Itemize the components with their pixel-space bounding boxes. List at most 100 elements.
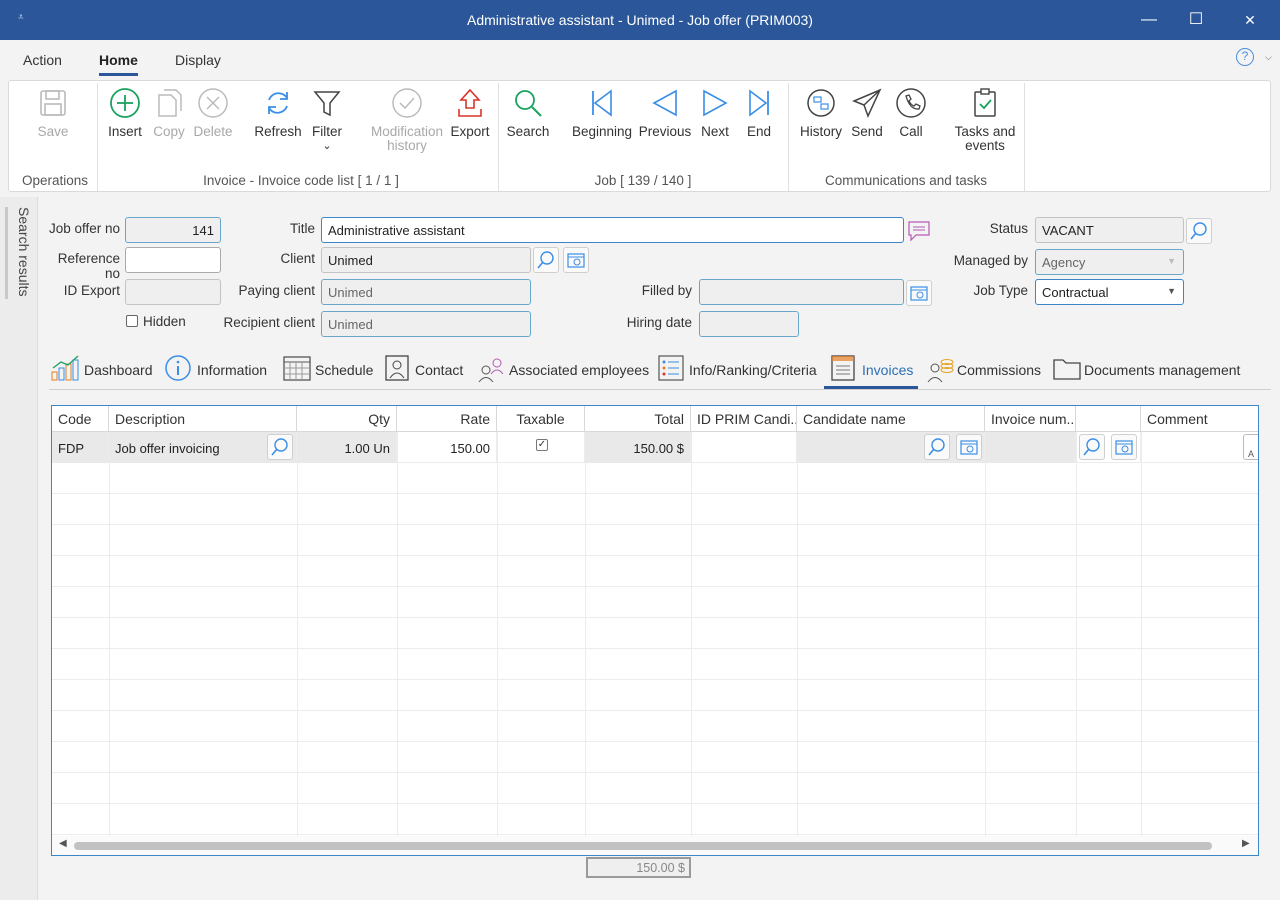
- column-header-code[interactable]: Code: [52, 406, 109, 432]
- modification-history-button[interactable]: Modification history: [367, 87, 447, 153]
- export-label: Export: [450, 124, 490, 139]
- filled-by-open-button[interactable]: [906, 280, 932, 306]
- horizontal-scrollbar[interactable]: ◀ ▶: [52, 836, 1258, 855]
- tasks-events-button[interactable]: Tasks and events: [953, 87, 1017, 153]
- reference-no-field[interactable]: [125, 247, 221, 273]
- save-button[interactable]: Save: [31, 87, 75, 139]
- help-caret-icon[interactable]: ⌵: [1265, 52, 1272, 63]
- cell-code[interactable]: FDP: [52, 432, 109, 463]
- next-button[interactable]: Next: [697, 87, 733, 139]
- tab-dashboard[interactable]: Dashboard: [50, 352, 154, 392]
- job-type-select[interactable]: Contractual ▼: [1035, 279, 1184, 305]
- help-icon[interactable]: ?: [1236, 48, 1254, 66]
- delete-button[interactable]: Delete: [193, 87, 233, 139]
- menu-tab-home[interactable]: Home: [99, 52, 138, 76]
- tab-documents-management[interactable]: Documents management: [1052, 352, 1242, 392]
- column-header-invoice-num[interactable]: Invoice num...: [985, 406, 1076, 432]
- call-button[interactable]: Call: [895, 87, 927, 139]
- cell-rate[interactable]: 150.00: [397, 432, 497, 463]
- minimize-button[interactable]: —: [1126, 0, 1172, 40]
- send-button[interactable]: Send: [849, 87, 885, 139]
- scroll-right-icon[interactable]: ▶: [1242, 838, 1250, 849]
- comment-expand-button[interactable]: A: [1243, 434, 1258, 460]
- taxable-checkbox[interactable]: ✓: [536, 439, 548, 451]
- job-offer-no-label: Job offer no: [48, 221, 120, 236]
- filled-by-field[interactable]: [699, 279, 904, 305]
- managed-by-select[interactable]: Agency ▼: [1035, 249, 1184, 275]
- tab-associated-employees[interactable]: Associated employees: [476, 352, 649, 392]
- column-header-total[interactable]: Total: [585, 406, 691, 432]
- job-offer-no-field[interactable]: 141: [125, 217, 221, 243]
- recipient-client-field[interactable]: Unimed: [321, 311, 531, 337]
- close-button[interactable]: ✕: [1227, 0, 1273, 40]
- job-type-value: Contractual: [1042, 285, 1109, 300]
- empty-row: [52, 680, 1258, 711]
- beginning-button[interactable]: Beginning: [571, 87, 633, 139]
- candidate-open-button[interactable]: [956, 434, 982, 460]
- previous-button[interactable]: Previous: [637, 87, 693, 139]
- end-button[interactable]: End: [743, 87, 775, 139]
- empty-row: [52, 618, 1258, 649]
- export-button[interactable]: Export: [447, 87, 493, 139]
- search-results-label: Search results: [16, 207, 32, 297]
- invoice-search-button[interactable]: [1079, 434, 1105, 460]
- copy-button[interactable]: Copy: [151, 87, 187, 139]
- panel-grip[interactable]: [5, 207, 8, 299]
- open-record-icon: [1115, 440, 1133, 455]
- cell-total[interactable]: 150.00 $: [585, 432, 691, 463]
- client-open-button[interactable]: [563, 247, 589, 273]
- column-header-rate[interactable]: Rate: [397, 406, 497, 432]
- menu-tab-action[interactable]: Action: [23, 52, 62, 68]
- search-results-panel[interactable]: Search results: [0, 197, 38, 900]
- filter-caret-icon[interactable]: ⌄: [307, 139, 347, 153]
- title-field[interactable]: Administrative assistant: [321, 217, 904, 243]
- description-search-button[interactable]: [267, 434, 293, 460]
- table-row[interactable]: FDP Job offer invoicing 1.00 Un 150.00 ✓…: [52, 432, 1258, 463]
- hidden-checkbox[interactable]: [126, 315, 138, 327]
- cell-id-prim[interactable]: [691, 432, 797, 463]
- cell-qty[interactable]: 1.00 Un: [297, 432, 397, 463]
- column-header-id-prim[interactable]: ID PRIM Candi...: [691, 406, 797, 432]
- scrollbar-thumb[interactable]: [74, 842, 1212, 850]
- menu-tab-display[interactable]: Display: [175, 52, 221, 68]
- previous-label: Previous: [638, 124, 692, 139]
- candidate-search-button[interactable]: [924, 434, 950, 460]
- id-export-field[interactable]: [125, 279, 221, 305]
- cell-invoice-num[interactable]: [985, 432, 1076, 463]
- cell-taxable[interactable]: ✓: [497, 432, 585, 463]
- client-field[interactable]: Unimed: [321, 247, 531, 273]
- refresh-button[interactable]: Refresh: [253, 87, 303, 139]
- invoice-grid[interactable]: Code Description Qty Rate Taxable Total …: [51, 405, 1259, 856]
- tab-documents-management-label: Documents management: [1084, 362, 1241, 378]
- column-header-comment[interactable]: Comment: [1141, 406, 1258, 432]
- column-header-taxable[interactable]: Taxable: [497, 406, 585, 432]
- search-button[interactable]: Search: [505, 87, 551, 139]
- client-search-button[interactable]: [533, 247, 559, 273]
- cell-comment[interactable]: [1141, 432, 1258, 463]
- tab-schedule[interactable]: Schedule: [282, 352, 374, 392]
- hiring-date-field[interactable]: [699, 311, 799, 337]
- column-header-candidate-name[interactable]: Candidate name: [797, 406, 985, 432]
- tab-commissions[interactable]: Commissions: [925, 352, 1041, 392]
- refresh-icon: [268, 92, 288, 114]
- scroll-left-icon[interactable]: ◀: [59, 838, 67, 849]
- tab-contact[interactable]: Contact: [383, 352, 465, 392]
- status-search-button[interactable]: [1186, 218, 1212, 244]
- history-button[interactable]: History: [797, 87, 845, 139]
- delete-icon: [198, 88, 228, 118]
- invoice-open-button[interactable]: [1111, 434, 1137, 460]
- send-label: Send: [851, 124, 883, 139]
- insert-button[interactable]: Insert: [105, 87, 145, 139]
- column-header-blank[interactable]: [1076, 406, 1141, 432]
- tab-dashboard-label: Dashboard: [84, 362, 153, 378]
- maximize-button[interactable]: ☐: [1173, 0, 1219, 40]
- tab-info-ranking-criteria[interactable]: Info/Ranking/Criteria: [657, 352, 819, 392]
- status-field[interactable]: VACANT: [1035, 217, 1184, 243]
- tab-information[interactable]: Information: [164, 352, 272, 392]
- paying-client-field[interactable]: Unimed: [321, 279, 531, 305]
- column-header-qty[interactable]: Qty: [297, 406, 397, 432]
- column-header-description[interactable]: Description: [109, 406, 297, 432]
- comment-button[interactable]: [906, 218, 932, 244]
- filter-button[interactable]: Filter ⌄: [307, 87, 347, 153]
- delete-label: Delete: [193, 124, 233, 139]
